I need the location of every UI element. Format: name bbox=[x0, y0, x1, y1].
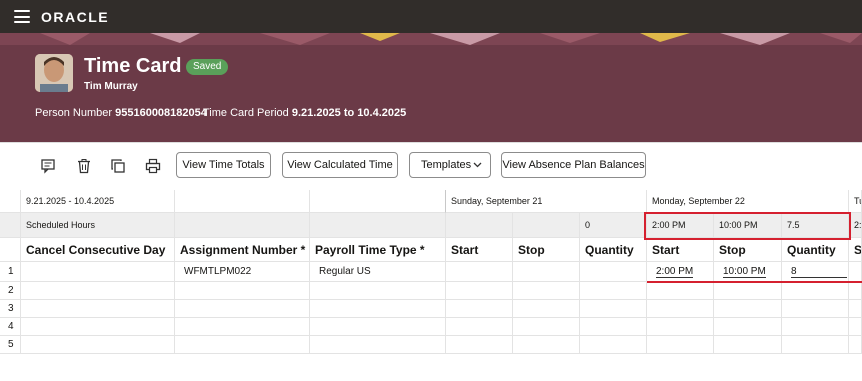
stop-sunday-cell[interactable] bbox=[513, 262, 580, 282]
delete-icon[interactable] bbox=[76, 158, 92, 174]
scheduled-stop-monday: 10:00 PM bbox=[714, 213, 782, 238]
toolbar: View Time Totals View Calculated Time Te… bbox=[0, 142, 862, 188]
page-title: Time Card bbox=[84, 55, 182, 77]
col-quantity-monday[interactable]: Quantity bbox=[782, 238, 849, 262]
print-icon[interactable] bbox=[145, 158, 161, 174]
start-tuesday-cell[interactable] bbox=[849, 262, 862, 282]
templates-label: Templates bbox=[421, 159, 472, 171]
person-number: Person Number 955160008182054 bbox=[35, 107, 207, 119]
row-number: 1 bbox=[0, 262, 21, 282]
menu-icon[interactable] bbox=[14, 10, 30, 23]
table-row: 1 WFMTLPM022 Regular US 2:00 PM 10:00 PM… bbox=[0, 262, 862, 282]
quantity-sunday-cell[interactable] bbox=[580, 262, 647, 282]
period-range: 9.21.2025 - 10.4.2025 bbox=[21, 190, 175, 213]
assignment-number-cell[interactable]: WFMTLPM022 bbox=[175, 262, 310, 282]
person-number-value: 955160008182054 bbox=[115, 107, 207, 119]
view-time-totals-button[interactable]: View Time Totals bbox=[176, 152, 271, 178]
scheduled-hours-label: Scheduled Hours bbox=[21, 213, 175, 238]
start-monday-value: 2:00 PM bbox=[656, 265, 694, 278]
table-row: 2 bbox=[0, 282, 862, 300]
stop-monday-cell[interactable]: 10:00 PM bbox=[714, 262, 782, 282]
start-monday-cell[interactable]: 2:00 PM bbox=[647, 262, 714, 282]
status-badge: Saved bbox=[186, 59, 229, 75]
time-card-period: Time Card Period 9.21.2025 to 10.4.2025 bbox=[203, 107, 406, 119]
banner-pattern bbox=[0, 33, 862, 45]
oracle-logo[interactable]: ORACLE bbox=[41, 9, 109, 25]
col-start-monday[interactable]: Start bbox=[647, 238, 714, 262]
row-number: 2 bbox=[0, 282, 21, 300]
global-header: ORACLE bbox=[0, 0, 862, 33]
scheduled-hours-row: Scheduled Hours 0 2:00 PM 10:00 PM 7.5 2… bbox=[0, 213, 862, 238]
templates-dropdown[interactable]: Templates bbox=[409, 152, 491, 178]
stop-monday-value: 10:00 PM bbox=[723, 265, 766, 278]
comment-icon[interactable] bbox=[40, 158, 56, 174]
person-name: Tim Murray bbox=[84, 81, 138, 92]
view-calculated-time-button[interactable]: View Calculated Time bbox=[282, 152, 398, 178]
avatar bbox=[35, 54, 73, 92]
col-stop-monday[interactable]: Stop bbox=[714, 238, 782, 262]
payroll-time-type-cell[interactable]: Regular US bbox=[310, 262, 446, 282]
row-number: 3 bbox=[0, 300, 21, 318]
start-sunday-cell[interactable] bbox=[446, 262, 513, 282]
col-assignment-number[interactable]: Assignment Number * bbox=[175, 238, 310, 262]
chevron-down-icon bbox=[473, 162, 482, 168]
copy-icon[interactable] bbox=[110, 158, 126, 174]
period-value: 9.21.2025 to 10.4.2025 bbox=[291, 107, 407, 119]
row-number: 4 bbox=[0, 318, 21, 336]
row-number: 5 bbox=[0, 336, 21, 354]
scheduled-quantity-sunday: 0 bbox=[580, 213, 647, 238]
col-stop-sunday[interactable]: Stop bbox=[513, 238, 580, 262]
time-card-banner: Time Card Saved Tim Murray Person Number… bbox=[0, 33, 862, 142]
quantity-monday-cell[interactable]: 8 bbox=[782, 262, 849, 282]
col-quantity-sunday[interactable]: Quantity bbox=[580, 238, 647, 262]
table-row: 5 bbox=[0, 336, 862, 354]
day-header-monday: Monday, September 22 bbox=[647, 190, 849, 213]
table-row: 3 bbox=[0, 300, 862, 318]
person-number-label: Person Number bbox=[35, 107, 113, 119]
column-header-row: Cancel Consecutive Day Assignment Number… bbox=[0, 238, 862, 262]
day-header-sunday: Sunday, September 21 bbox=[446, 190, 647, 213]
quantity-monday-value: 8 bbox=[791, 266, 847, 278]
scheduled-start-tuesday: 2: bbox=[849, 213, 862, 238]
col-payroll-time-type[interactable]: Payroll Time Type * bbox=[310, 238, 446, 262]
time-entry-grid: 9.21.2025 - 10.4.2025 Sunday, September … bbox=[0, 190, 862, 381]
cancel-consecutive-day-cell[interactable] bbox=[21, 262, 175, 282]
scheduled-quantity-monday: 7.5 bbox=[782, 213, 849, 238]
col-start-sunday[interactable]: Start bbox=[446, 238, 513, 262]
col-cancel-consecutive-day[interactable]: Cancel Consecutive Day bbox=[21, 238, 175, 262]
scheduled-start-monday: 2:00 PM bbox=[647, 213, 714, 238]
table-row: 4 bbox=[0, 318, 862, 336]
day-header-tuesday: Tu bbox=[849, 190, 862, 213]
view-absence-plan-balances-button[interactable]: View Absence Plan Balances bbox=[501, 152, 646, 178]
period-label: Time Card Period bbox=[203, 107, 289, 119]
col-start-tuesday[interactable]: S bbox=[849, 238, 862, 262]
day-header-row: 9.21.2025 - 10.4.2025 Sunday, September … bbox=[0, 190, 862, 213]
